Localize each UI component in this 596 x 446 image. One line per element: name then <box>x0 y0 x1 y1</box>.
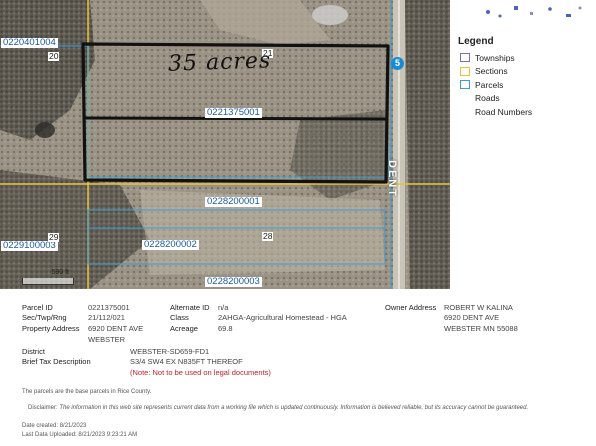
parcel-label[interactable]: 0228200003 <box>205 277 262 287</box>
tax-note: (Note: Not to be used on legal documents… <box>130 368 271 377</box>
legend-item-label: Road Numbers <box>475 106 533 117</box>
acreage-label: Acreage <box>170 324 198 333</box>
legend-item-townships[interactable]: Townships <box>458 51 593 65</box>
disclaimer-line: Disclaimer: The information in this web … <box>28 405 528 411</box>
property-address-line2: WEBSTER <box>88 335 126 344</box>
disclaimer-label: Disclaimer: <box>28 405 58 411</box>
alternate-id-label: Alternate ID <box>170 303 210 312</box>
legend-item-label: Sections <box>475 66 508 77</box>
parcel-label[interactable]: 0228200001 <box>205 197 262 207</box>
handwritten-annotation: 35 acres <box>167 48 272 77</box>
parcel-label-selected[interactable]: 0221375001 <box>205 108 262 118</box>
parcel-id-value: 0221375001 <box>88 303 130 312</box>
sections-swatch-icon <box>460 66 470 76</box>
parcel-label[interactable]: 0229100003 <box>1 241 58 251</box>
date-uploaded: Last Data Uploaded: 8/21/2023 9:23:21 AM <box>22 432 138 438</box>
date-created: Date created: 8/21/2023 <box>22 423 87 429</box>
sec-twp-rng-label: Sec/Twp/Rng <box>22 313 67 322</box>
aerial-imagery <box>0 0 450 289</box>
class-label: Class <box>170 313 189 322</box>
section-number: 29 <box>48 232 60 242</box>
parcel-label[interactable]: 0228200002 <box>142 240 199 250</box>
legend-item-label: Roads <box>475 93 500 104</box>
legend-item-parcels[interactable]: Parcels <box>458 78 593 92</box>
district-value: WEBSTER-SD659-FD1 <box>130 347 210 356</box>
acreage-value: 69.8 <box>218 324 233 333</box>
legend-item-road-numbers[interactable]: Road Numbers <box>458 105 593 119</box>
owner-street: 6920 DENT AVE <box>444 313 500 322</box>
legend-panel: Legend Townships Sections Parcels Roads … <box>458 36 593 119</box>
townships-swatch-icon <box>460 53 470 63</box>
sec-twp-rng-value: 21/112/021 <box>88 313 125 322</box>
legend-overview-thumbnail <box>470 2 590 26</box>
owner-address-label: Owner Address <box>385 303 437 312</box>
disclaimer-text: The information in this web site represe… <box>59 405 529 411</box>
legend-item-sections[interactable]: Sections <box>458 65 593 79</box>
tax-description-value: S3/4 SW4 EX N835FT THEREOF <box>130 357 243 366</box>
legend-item-label: Townships <box>475 52 515 63</box>
legend-item-roads[interactable]: Roads <box>458 92 593 106</box>
property-address-line1: 6920 DENT AVE <box>88 324 144 333</box>
map-view[interactable]: 0220401004 0221375001 0228200001 0229100… <box>0 0 450 289</box>
section-number: 28 <box>262 231 274 241</box>
tax-description-label: Brief Tax Description <box>22 357 91 366</box>
road-name-label: DENT <box>386 160 398 198</box>
alternate-id-value: n/a <box>218 303 229 312</box>
parcel-info-panel: Parcel ID 0221375001 Sec/Twp/Rng 21/112/… <box>0 300 596 446</box>
parcel-id-label: Parcel ID <box>22 303 53 312</box>
district-label: District <box>22 347 45 356</box>
parcel-label[interactable]: 0220401004 <box>1 38 58 48</box>
legend-item-label: Parcels <box>475 79 504 90</box>
owner-name: ROBERT W KALINA <box>444 303 513 312</box>
route-shield-icon: 5 <box>391 57 404 70</box>
legend-title: Legend <box>458 36 494 47</box>
property-address-label: Property Address <box>22 324 80 333</box>
parcels-swatch-icon <box>460 80 470 90</box>
section-number: 20 <box>48 51 60 61</box>
class-value: 2AHGA-Agricultural Homestead - HGA <box>218 313 347 322</box>
base-parcels-note: The parcels are the base parcels in Rice… <box>22 389 152 395</box>
scale-bar-label: 590 ft <box>51 269 69 276</box>
owner-city: WEBSTER MN 55088 <box>444 324 518 333</box>
scale-bar: 590 ft <box>22 269 74 285</box>
